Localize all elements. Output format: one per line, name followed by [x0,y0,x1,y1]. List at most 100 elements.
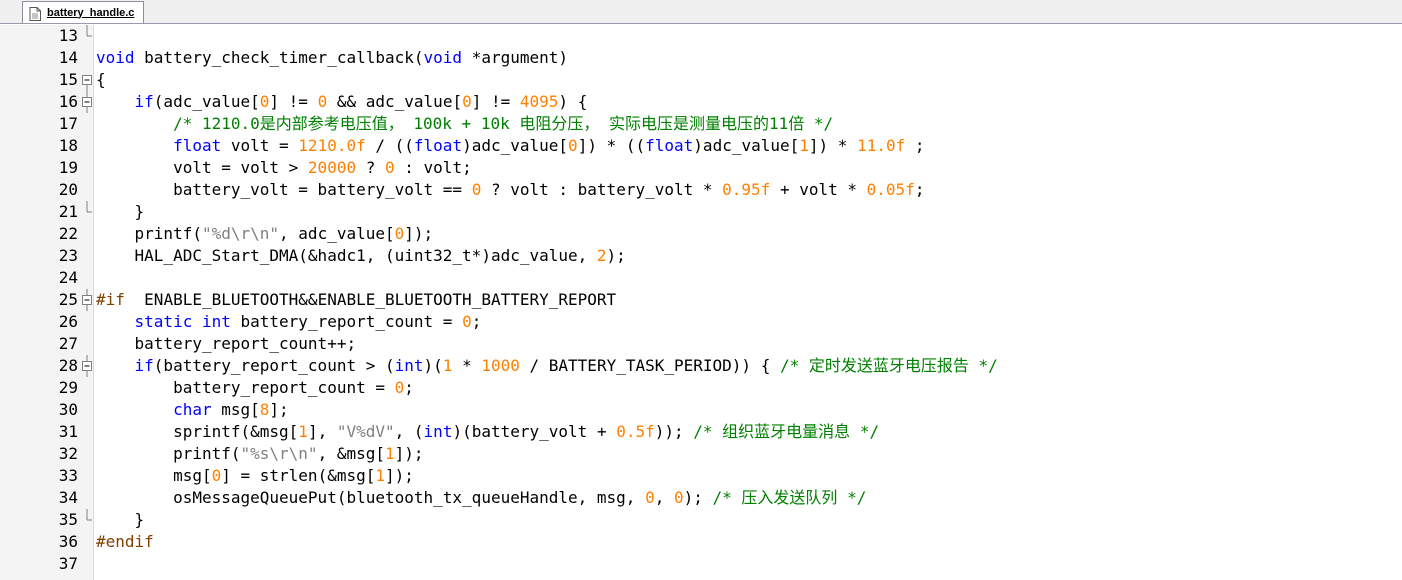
code-token: ); [683,488,713,507]
code-token: msg[ [96,466,212,485]
code-token: / BATTERY_TASK_PERIOD)) { [519,356,780,375]
code-line[interactable]: 27 battery_report_count++; [0,333,1402,355]
line-number: 23 [58,246,78,265]
fold-line-icon [82,487,93,509]
line-number: 17 [58,114,78,133]
line-number: 34 [58,488,78,507]
fold-collapse-icon[interactable] [82,289,93,311]
code-token: , adc_value[ [279,224,395,243]
code-token: printf( [96,224,202,243]
code-token: ]) * [808,136,858,155]
code-line[interactable]: 22 printf("%d\r\n", adc_value[0]); [0,223,1402,245]
code-token: 1 [442,356,453,375]
code-token: ? [356,158,385,177]
code-line[interactable]: 28 if(battery_report_count > (int)(1 * 1… [0,355,1402,377]
code-token: ENABLE_BLUETOOTH&&ENABLE_BLUETOOTH_BATTE… [124,290,617,309]
code-line[interactable]: 30 char msg[8]; [0,399,1402,421]
code-line[interactable]: 29 battery_report_count = 0; [0,377,1402,399]
code-token: volt = volt > [96,158,308,177]
code-line[interactable]: 13 [0,25,1402,47]
code-token: , ( [394,422,424,441]
fold-line-icon [82,311,93,333]
code-token: #endif [96,532,154,551]
code-token: float [413,136,463,155]
code-token: void [423,48,463,67]
code-token: 0 [462,312,472,331]
code-text: } [96,201,145,223]
code-token: 1000 [481,356,520,375]
code-line[interactable]: 16 if(adc_value[0] != 0 && adc_value[0] … [0,91,1402,113]
code-editor[interactable]: 13 14 void battery_check_timer_callback(vo… [0,25,1402,580]
fold-line-icon [82,179,93,201]
code-token: 0 [317,92,328,111]
code-line[interactable]: 14 void battery_check_timer_callback(void… [0,47,1402,69]
code-token: , [654,488,674,507]
code-line[interactable]: 18 float volt = 1210.0f / ((float)adc_va… [0,135,1402,157]
code-token: battery_report_count = [230,312,463,331]
code-token: )(battery_volt + [452,422,617,441]
code-token: int [423,422,453,441]
code-token: (adc_value[ [153,92,260,111]
code-token: battery_volt = battery_volt == [96,180,472,199]
code-line[interactable]: 19 volt = volt > 20000 ? 0 : volt; [0,157,1402,179]
code-token: 2 [596,246,607,265]
tab-filename: battery_handle.c [47,6,135,19]
fold-collapse-icon[interactable] [82,91,93,113]
code-token: ; [914,180,925,199]
code-text: if(battery_report_count > (int)(1 * 1000… [96,355,998,377]
code-line[interactable]: 25 #if ENABLE_BLUETOOTH&&ENABLE_BLUETOOTH… [0,289,1402,311]
code-token: osMessageQueuePut(bluetooth_tx_queueHand… [96,488,646,507]
code-line[interactable]: 32 printf("%s\r\n", &msg[1]); [0,443,1402,465]
fold-line-icon [82,443,93,465]
code-token: + volt * [770,180,867,199]
code-text: void battery_check_timer_callback(void *… [96,47,568,69]
code-token: 8 [259,400,270,419]
code-line[interactable]: 37 [0,553,1402,575]
code-line[interactable]: 15 { [0,69,1402,91]
code-line[interactable]: 36 #endif [0,531,1402,553]
code-text: if(adc_value[0] != 0 && adc_value[0] != … [96,91,588,113]
code-line[interactable]: 34 osMessageQueuePut(bluetooth_tx_queueH… [0,487,1402,509]
code-token: static [134,312,193,331]
line-number: 24 [58,268,78,287]
line-number: 28 [58,356,78,375]
line-number: 16 [58,92,78,111]
fold-line-icon [82,553,93,575]
code-line[interactable]: 23 HAL_ADC_Start_DMA(&hadc1, (uint32_t*)… [0,245,1402,267]
fold-line-icon [82,135,93,157]
code-text: battery_volt = battery_volt == 0 ? volt … [96,179,924,201]
line-number: 33 [58,466,78,485]
code-token: 0 [394,378,405,397]
code-line[interactable]: 20 battery_volt = battery_volt == 0 ? vo… [0,179,1402,201]
code-line[interactable]: 33 msg[0] = strlen(&msg[1]); [0,465,1402,487]
code-text: float volt = 1210.0f / ((float)adc_value… [96,135,924,157]
code-token: { [96,70,106,89]
fold-line-icon [82,333,93,355]
code-line[interactable]: 17 /* 1210.0是内部参考电压值， 100k + 10k 电阻分压， 实… [0,113,1402,135]
code-text: printf("%d\r\n", adc_value[0]); [96,223,434,245]
fold-line-icon [82,113,93,135]
code-line[interactable]: 31 sprintf(&msg[1], "V%dV", (int)(batter… [0,421,1402,443]
fold-end-icon [82,201,93,223]
tab-bar: battery_handle.c [0,0,1402,24]
code-token: volt = [221,136,299,155]
code-token: int [201,312,231,331]
code-token: msg[ [211,400,260,419]
code-line[interactable]: 24 [0,267,1402,289]
code-token: 1 [298,422,308,441]
fold-line-icon [82,223,93,245]
line-number: 25 [58,290,78,309]
code-text: volt = volt > 20000 ? 0 : volt; [96,157,472,179]
fold-collapse-icon[interactable] [82,355,93,377]
code-token: 0 [462,92,472,111]
code-line[interactable]: 35 } [0,509,1402,531]
file-tab[interactable]: battery_handle.c [22,1,144,23]
code-text: battery_report_count++; [96,333,357,355]
fold-collapse-icon[interactable] [82,69,93,91]
code-text: battery_report_count = 0; [96,377,414,399]
fold-line-icon [82,267,93,289]
code-line[interactable]: 21 } [0,201,1402,223]
code-line[interactable]: 26 static int battery_report_count = 0; [0,311,1402,333]
